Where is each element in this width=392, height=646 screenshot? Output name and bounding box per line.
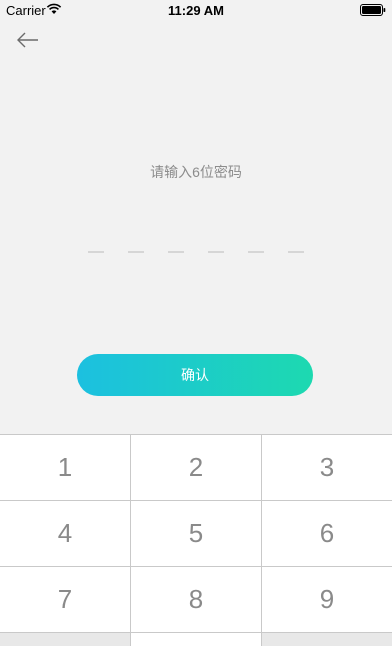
status-time: 11:29 AM: [168, 3, 224, 18]
pin-slot: [88, 251, 104, 253]
key-9[interactable]: 9: [262, 567, 392, 632]
pin-slots: [88, 251, 308, 254]
pin-prompt: 请输入6位密码: [150, 164, 242, 180]
key-4[interactable]: 4: [0, 501, 130, 566]
pin-slot: [208, 251, 224, 253]
key-8[interactable]: 8: [131, 567, 261, 632]
pin-slot: [288, 251, 304, 253]
status-bar: Carrier 11:29 AM: [0, 0, 392, 20]
pin-entry-screen: Carrier 11:29 AM 请输入6位密码 确认 1 2 3 4 5 6 …: [0, 0, 392, 646]
pin-slot: [248, 251, 264, 253]
key-1[interactable]: 1: [0, 435, 130, 500]
pin-slot: [168, 251, 184, 253]
pin-slot: [128, 251, 144, 253]
key-3[interactable]: 3: [262, 435, 392, 500]
key-7[interactable]: 7: [0, 567, 130, 632]
key-6[interactable]: 6: [262, 501, 392, 566]
battery-icon: [360, 4, 386, 16]
back-arrow-icon[interactable]: [14, 28, 42, 52]
key-2[interactable]: 2: [131, 435, 261, 500]
number-keypad: 1 2 3 4 5 6 7 8 9: [0, 434, 392, 646]
key-5[interactable]: 5: [131, 501, 261, 566]
confirm-button[interactable]: 确认: [77, 354, 313, 396]
delete-key[interactable]: [262, 633, 392, 646]
keypad-blank-key: [0, 633, 130, 646]
key-0[interactable]: [131, 633, 261, 646]
